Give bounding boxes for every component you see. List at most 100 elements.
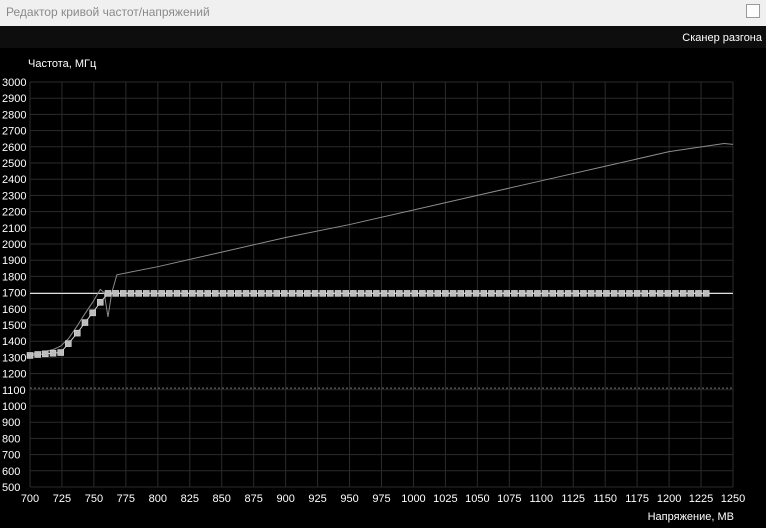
curve-point[interactable]	[265, 290, 273, 297]
curve-point[interactable]	[380, 290, 388, 297]
curve-point[interactable]	[419, 290, 426, 297]
curve-point[interactable]	[74, 329, 81, 337]
curve-point[interactable]	[388, 290, 395, 297]
curve-point[interactable]	[250, 290, 257, 297]
curve-point[interactable]	[595, 290, 603, 297]
curve-point[interactable]	[57, 349, 64, 356]
curve-point[interactable]	[181, 290, 188, 297]
y-tick-label: 900	[2, 417, 20, 429]
curve-point[interactable]	[557, 290, 564, 297]
curve-point[interactable]	[204, 290, 211, 297]
curve-point[interactable]	[411, 290, 418, 297]
curve-point[interactable]	[166, 290, 173, 297]
curve-point[interactable]	[258, 290, 265, 297]
curve-point[interactable]	[396, 290, 403, 297]
curve-point[interactable]	[42, 350, 49, 358]
curve-point[interactable]	[365, 290, 372, 297]
curve-point[interactable]	[511, 290, 518, 297]
y-tick-label: 800	[2, 433, 20, 445]
curve-point[interactable]	[580, 290, 587, 297]
curve-point[interactable]	[104, 290, 112, 297]
vf-curve-chart[interactable]: 500 600 700 800 900 1000 1100 1200 1300 1400 1500 1…	[0, 0, 766, 528]
curve-point[interactable]	[235, 290, 242, 297]
x-tick-label: 825	[181, 493, 199, 505]
curve-point[interactable]	[112, 290, 119, 297]
curve-point[interactable]	[158, 290, 165, 297]
curve-point[interactable]	[541, 290, 549, 297]
curve-point[interactable]	[373, 290, 380, 297]
curve-point[interactable]	[587, 290, 595, 297]
curve-point[interactable]	[480, 290, 488, 297]
x-tick-label: 875	[245, 493, 263, 505]
curve-point[interactable]	[518, 290, 526, 297]
y-tick-label: 2200	[2, 207, 26, 219]
curve-point[interactable]	[135, 290, 142, 297]
curve-point[interactable]	[649, 290, 656, 297]
curve-point[interactable]	[273, 290, 280, 297]
curve-point[interactable]	[219, 290, 227, 297]
x-tick-label: 700	[21, 493, 39, 505]
x-tick-label: 725	[53, 493, 71, 505]
curve-point[interactable]	[472, 290, 480, 297]
curve-point[interactable]	[357, 290, 365, 297]
curve-point[interactable]	[434, 290, 441, 297]
curve-point[interactable]	[572, 290, 580, 297]
curve-point[interactable]	[656, 290, 664, 297]
y-tick-label: 1000	[2, 401, 26, 413]
curve-point[interactable]	[281, 290, 288, 297]
curve-point[interactable]	[488, 290, 495, 297]
curve-point[interactable]	[702, 290, 710, 297]
curve-point[interactable]	[212, 290, 219, 297]
curve-point[interactable]	[97, 299, 104, 306]
curve-point[interactable]	[327, 290, 334, 297]
curve-point[interactable]	[296, 290, 303, 297]
curve-point[interactable]	[127, 290, 135, 297]
curve-point[interactable]	[664, 290, 672, 297]
curve-point[interactable]	[633, 290, 641, 297]
curve-point[interactable]	[626, 290, 633, 297]
curve-point[interactable]	[319, 290, 326, 297]
curve-point[interactable]	[457, 290, 464, 297]
curve-point[interactable]	[65, 340, 72, 347]
curve-point[interactable]	[495, 290, 503, 297]
curve-point[interactable]	[150, 290, 158, 297]
curve-point[interactable]	[173, 290, 181, 297]
curve-point[interactable]	[227, 290, 234, 297]
curve-point[interactable]	[465, 290, 472, 297]
curve-point[interactable]	[342, 290, 349, 297]
curve-point[interactable]	[403, 290, 411, 297]
curve-point[interactable]	[304, 290, 311, 297]
curve-point[interactable]	[34, 351, 41, 358]
curve-point[interactable]	[695, 290, 702, 297]
curve-point[interactable]	[641, 290, 649, 297]
curve-point[interactable]	[687, 290, 695, 297]
curve-point[interactable]	[196, 290, 204, 297]
x-tick-label: 1175	[625, 493, 649, 505]
curve-point[interactable]	[526, 290, 534, 297]
y-tick-label: 1400	[2, 336, 26, 348]
curve-point[interactable]	[549, 290, 557, 297]
curve-point[interactable]	[311, 290, 319, 297]
curve-point[interactable]	[189, 290, 196, 297]
curve-point[interactable]	[426, 290, 434, 297]
curve-point[interactable]	[534, 290, 541, 297]
curve-point[interactable]	[449, 290, 457, 297]
curve-point[interactable]	[49, 349, 57, 357]
curve-point[interactable]	[564, 290, 572, 297]
curve-point[interactable]	[120, 290, 127, 297]
curve-point[interactable]	[618, 290, 626, 297]
curve-point[interactable]	[679, 290, 687, 297]
curve-point[interactable]	[26, 352, 34, 359]
curve-point[interactable]	[242, 290, 250, 297]
curve-point[interactable]	[334, 290, 342, 297]
curve-point[interactable]	[89, 309, 96, 317]
curve-point[interactable]	[81, 319, 89, 326]
curve-point[interactable]	[503, 290, 511, 297]
curve-point[interactable]	[143, 290, 150, 297]
curve-point[interactable]	[672, 290, 679, 297]
curve-point[interactable]	[442, 290, 449, 297]
curve-point[interactable]	[288, 290, 296, 297]
curve-point[interactable]	[603, 290, 610, 297]
curve-point[interactable]	[350, 290, 357, 297]
curve-point[interactable]	[610, 290, 618, 297]
